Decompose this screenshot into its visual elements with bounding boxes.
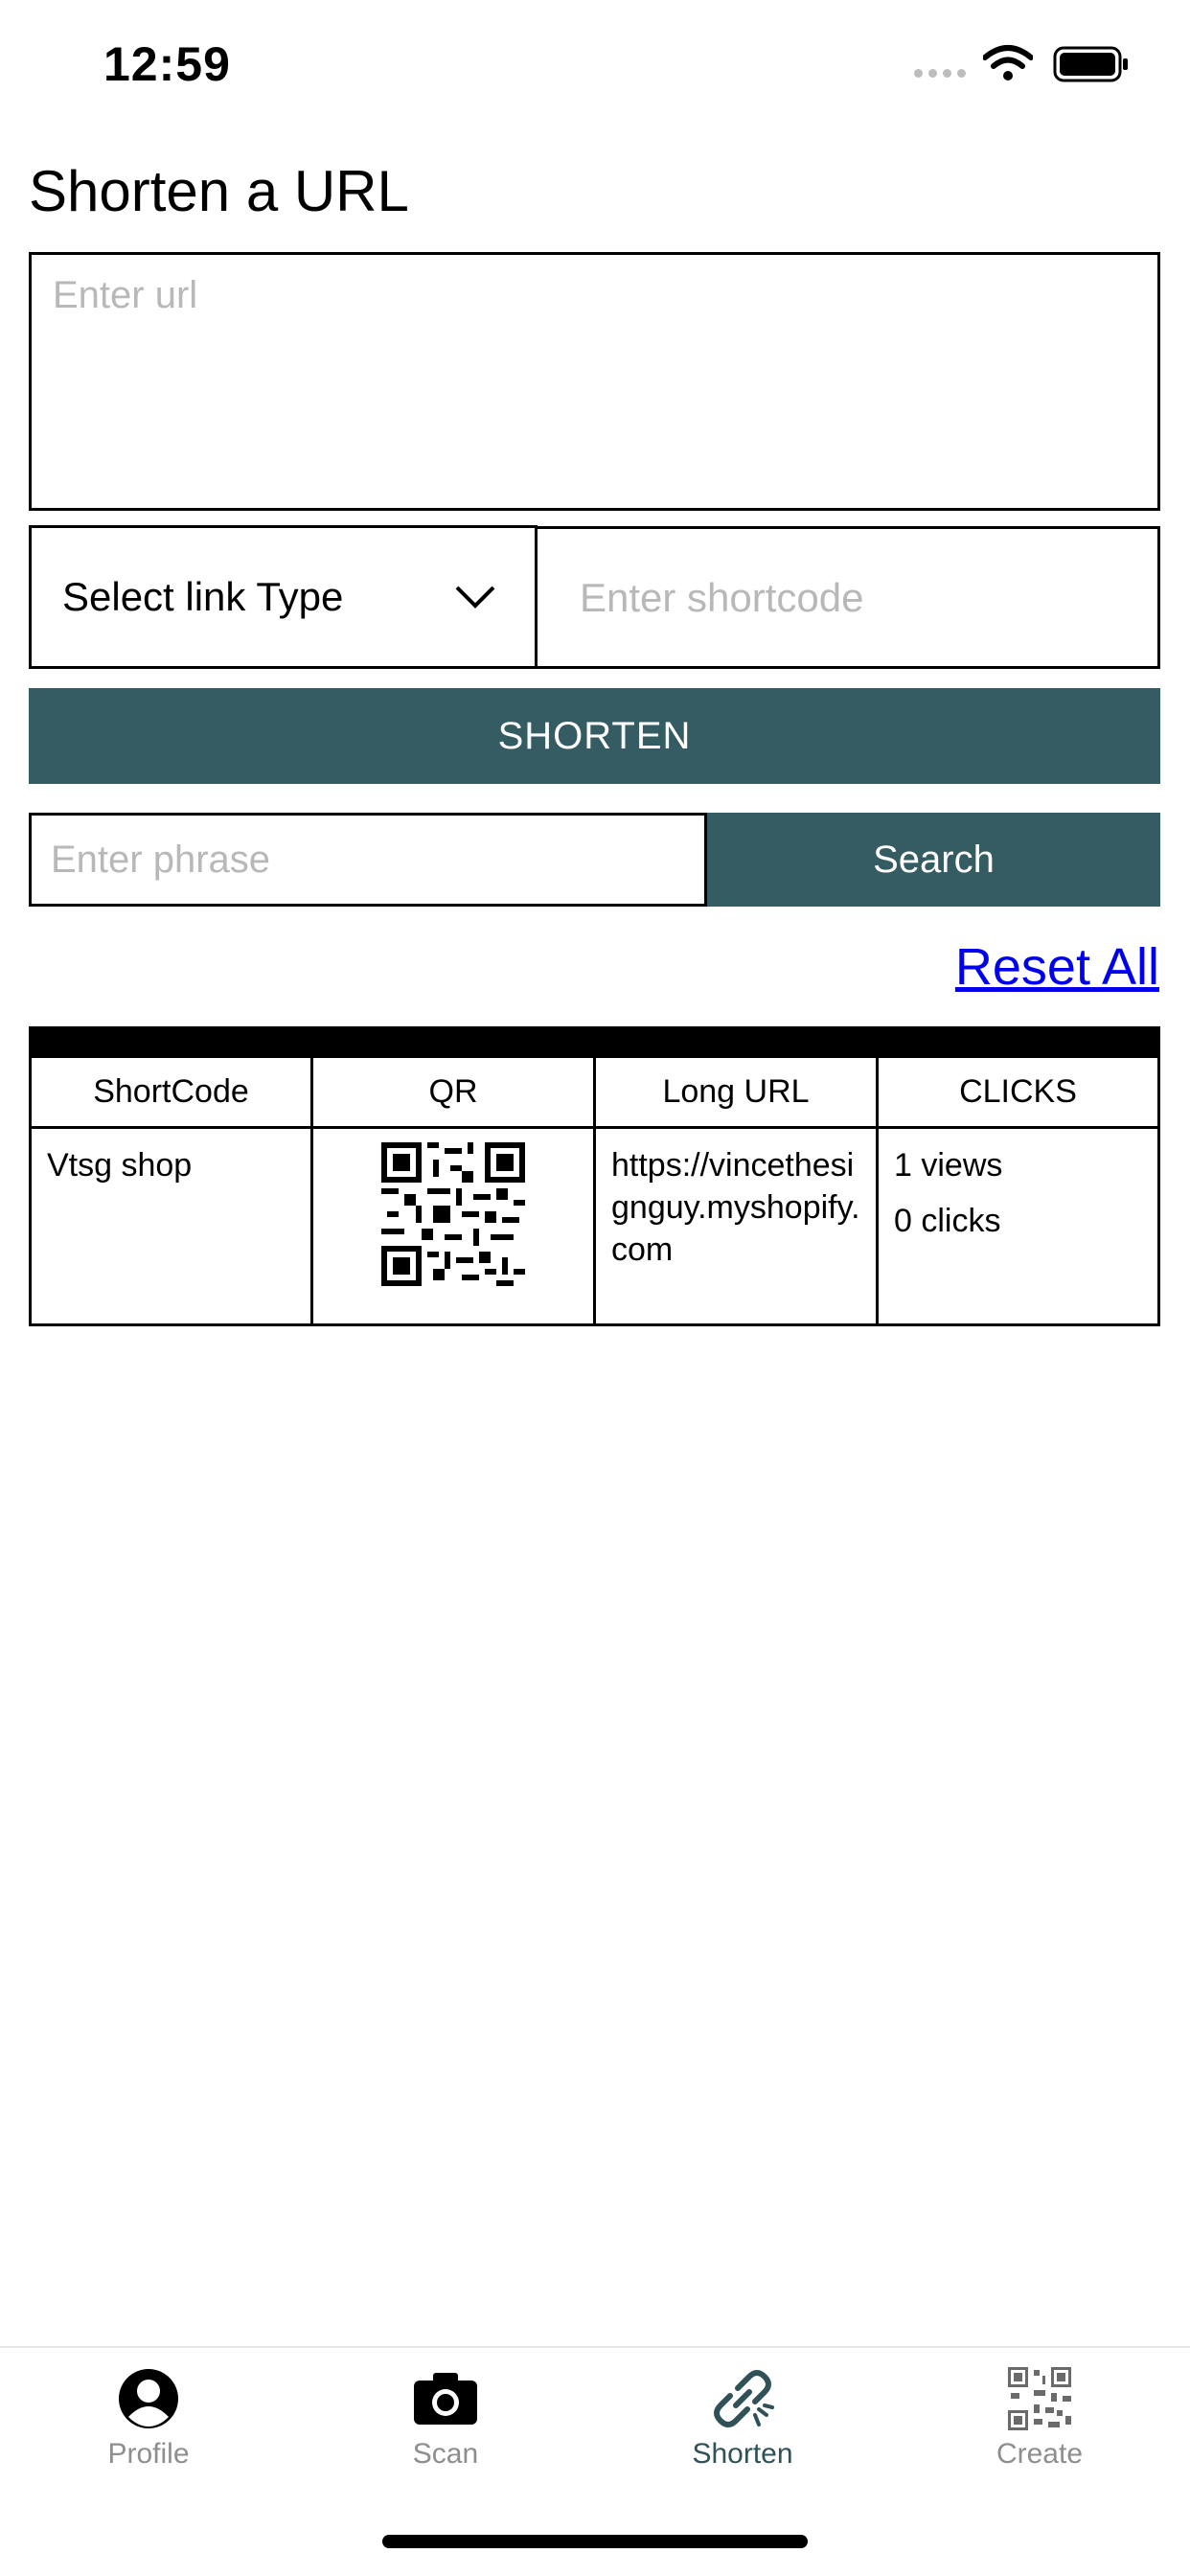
tab-shorten[interactable]: Shorten bbox=[647, 2367, 838, 2471]
chevron-down-icon bbox=[455, 586, 495, 609]
url-input-box[interactable] bbox=[29, 252, 1160, 511]
reset-all-link[interactable]: Reset All bbox=[955, 937, 1159, 997]
link-icon bbox=[714, 2370, 774, 2427]
phrase-input[interactable] bbox=[32, 816, 704, 904]
header-qr: QR bbox=[313, 1058, 593, 1129]
header-long-url: Long URL bbox=[596, 1058, 876, 1129]
phrase-input-box[interactable] bbox=[29, 813, 707, 907]
camera-icon bbox=[414, 2373, 477, 2425]
status-icons bbox=[914, 44, 1134, 86]
tab-profile[interactable]: Profile bbox=[53, 2367, 244, 2471]
qr-code-image[interactable] bbox=[381, 1142, 525, 1286]
cell-long-url[interactable]: https://vincethesignguy.myshopify.com bbox=[596, 1129, 876, 1286]
search-button[interactable]: Search bbox=[707, 813, 1160, 907]
shortcode-input-box[interactable] bbox=[535, 526, 1160, 669]
shortcode-input[interactable] bbox=[538, 529, 1157, 666]
links-table: ShortCode Vtsg shop QR Long URL https://… bbox=[29, 1026, 1160, 1326]
shorten-button[interactable]: SHORTEN bbox=[29, 688, 1160, 784]
cellular-signal-icon bbox=[914, 69, 966, 78]
qr-code-icon bbox=[1008, 2367, 1071, 2430]
tab-create[interactable]: Create bbox=[944, 2367, 1135, 2471]
status-time: 12:59 bbox=[103, 37, 231, 91]
header-shortcode: ShortCode bbox=[32, 1058, 310, 1129]
cell-qr[interactable] bbox=[313, 1129, 593, 1286]
header-clicks: CLICKS bbox=[879, 1058, 1157, 1129]
tab-profile-label: Profile bbox=[107, 2438, 190, 2470]
tab-shorten-label: Shorten bbox=[692, 2438, 793, 2470]
tab-scan-label: Scan bbox=[412, 2438, 479, 2470]
link-type-select[interactable]: Select link Type bbox=[29, 525, 538, 669]
page-title: Shorten a URL bbox=[29, 159, 409, 223]
column-qr: QR bbox=[313, 1058, 596, 1323]
cell-shortcode[interactable]: Vtsg shop bbox=[32, 1129, 310, 1202]
column-shortcode: ShortCode Vtsg shop bbox=[32, 1058, 313, 1323]
column-long-url: Long URL https://vincethesignguy.myshopi… bbox=[596, 1058, 879, 1323]
battery-icon bbox=[1053, 46, 1128, 82]
profile-icon bbox=[119, 2369, 178, 2428]
url-input[interactable] bbox=[32, 255, 1157, 508]
views-count: 1 views bbox=[894, 1147, 1003, 1184]
home-indicator bbox=[382, 2535, 808, 2548]
link-type-label: Select link Type bbox=[62, 574, 344, 619]
tab-create-label: Create bbox=[995, 2438, 1084, 2470]
cell-clicks: 1 views 0 clicks bbox=[879, 1129, 1157, 1257]
tab-scan[interactable]: Scan bbox=[350, 2367, 541, 2471]
table-header-bar bbox=[32, 1029, 1157, 1058]
wifi-icon bbox=[983, 45, 1033, 80]
clicks-count: 0 clicks bbox=[894, 1203, 1001, 1239]
column-clicks: CLICKS 1 views 0 clicks bbox=[879, 1058, 1157, 1323]
